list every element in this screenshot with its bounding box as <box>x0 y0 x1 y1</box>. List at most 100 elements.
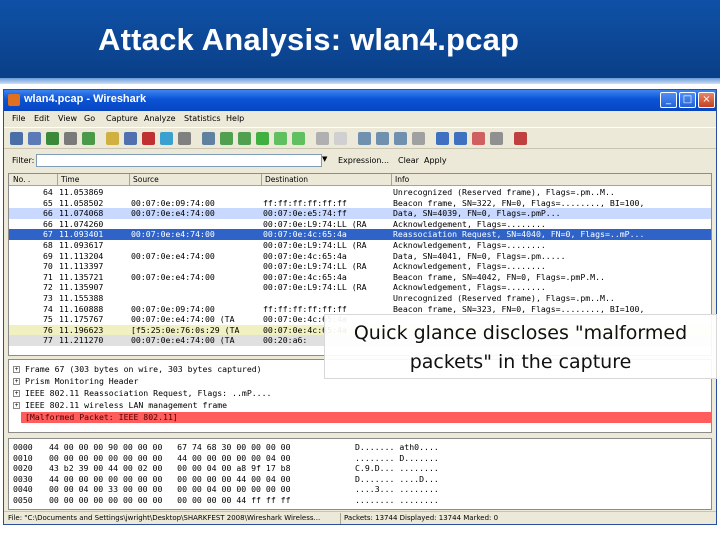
table-row[interactable]: 69 11.113204 00:07:0e:e4:74:00 00:07:0e:4c:… <box>9 250 711 262</box>
display-filters-icon[interactable] <box>454 132 467 145</box>
menu-help[interactable]: Help <box>226 114 244 123</box>
cell-src: [f5:25:0e:76:0s:29 (TA <box>131 324 240 335</box>
bytes-row: 0010 00 00 00 00 00 00 00 00 44 00 00 00 … <box>9 452 711 463</box>
expand-icon[interactable]: + <box>13 378 20 385</box>
menu-statistics[interactable]: Statistics <box>184 114 221 123</box>
cell-time: 11.074260 <box>59 218 104 229</box>
table-row[interactable]: 72 11.135907 00:07:0e:L9:74:LL (RA Acknowle… <box>9 282 711 293</box>
cell-info: Acknowledgement, Flags=........ <box>393 261 546 272</box>
auto-scroll-icon[interactable] <box>334 132 347 145</box>
table-row[interactable]: 68 11.093617 00:07:0e:L9:74:LL (RA Acknowle… <box>9 240 711 251</box>
column-time[interactable]: Time <box>61 175 79 184</box>
column-info[interactable]: Info <box>395 175 409 184</box>
table-row[interactable]: 66 11.074260 00:07:0e:L9:74:LL (RA Acknowle… <box>9 218 711 230</box>
minimize-button[interactable]: _ <box>660 92 677 108</box>
table-row[interactable]: 71 11.135721 00:07:0e:e4:74:00 00:07:0e:4c:… <box>9 271 711 283</box>
maximize-button[interactable]: □ <box>679 92 696 108</box>
cell-info: Data, SN=4039, FN=0, Flags=.pmP... <box>393 208 561 219</box>
detail-text: Prism Monitoring Header <box>25 376 139 386</box>
go-last-icon[interactable] <box>292 132 305 145</box>
apply-button[interactable]: Apply <box>424 156 447 165</box>
status-bar: File: "C:\Documents and Settings\jwright… <box>4 511 716 524</box>
filter-input[interactable] <box>36 154 322 167</box>
cell-info: Acknowledgement, Flags=........ <box>393 218 546 229</box>
bytes-row: 0000 44 00 00 00 90 00 00 00 67 74 68 30 … <box>9 442 711 452</box>
bytes-off: 0010 <box>13 452 33 463</box>
table-row[interactable]: 74 11.160888 00:07:0e:09:74:00 ff:ff:ff:ff:… <box>9 303 711 315</box>
options-icon[interactable] <box>28 132 41 145</box>
column-source[interactable]: Source <box>133 175 159 184</box>
cell-time: 11.211270 <box>59 335 104 346</box>
menu-edit[interactable]: Edit <box>34 114 50 123</box>
menu-go[interactable]: Go <box>84 114 95 123</box>
zoom-in-icon[interactable] <box>358 132 371 145</box>
bytes-off: 0030 <box>13 473 33 484</box>
table-row[interactable]: 65 11.058502 00:07:0e:09:74:00 ff:ff:ff:ff:… <box>9 197 711 209</box>
cell-dst: 00:07:0e:L9:74:LL (RA <box>263 282 367 293</box>
cell-dst: 00:07:0e:L9:74:LL (RA <box>263 261 367 272</box>
close-button[interactable]: × <box>698 92 715 108</box>
preferences-icon[interactable] <box>490 132 503 145</box>
filter-label: Filter: <box>12 156 35 165</box>
zoom-normal-icon[interactable] <box>394 132 407 145</box>
clear-button[interactable]: Clear <box>398 156 419 165</box>
bytes-hex: 00 00 00 00 00 00 00 00 44 00 00 00 00 0… <box>49 452 291 463</box>
menu-view[interactable]: View <box>58 114 77 123</box>
start-capture-icon[interactable] <box>46 132 59 145</box>
zoom-out-icon[interactable] <box>376 132 389 145</box>
open-file-icon[interactable] <box>106 132 119 145</box>
coloring-rules-icon[interactable] <box>472 132 485 145</box>
bytes-ascii: C.9.D... ........ <box>355 463 439 473</box>
detail-text: [Malformed Packet: IEEE 802.11] <box>25 412 178 422</box>
help-icon[interactable] <box>514 132 527 145</box>
cell-time: 11.093617 <box>59 240 104 250</box>
cell-time: 11.074068 <box>59 208 104 219</box>
expand-icon[interactable]: + <box>13 402 20 409</box>
stop-capture-icon[interactable] <box>64 132 77 145</box>
cell-src: 00:07:0e:e4:74:00 (TA <box>131 335 235 346</box>
detail-row[interactable]: + IEEE 802.11 wireless LAN management fra… <box>9 400 711 411</box>
detail-text: Frame 67 (303 bytes on wire, 303 bytes c… <box>25 364 262 374</box>
go-first-icon[interactable] <box>274 132 287 145</box>
column-no[interactable]: No. . <box>13 175 30 184</box>
table-row[interactable]: 73 11.155388 Unrecognized (Reserved frame)… <box>9 293 711 304</box>
expand-icon[interactable]: + <box>13 366 20 373</box>
bytes-hex: 00 00 00 00 00 00 00 00 00 00 00 00 44 f… <box>49 494 291 505</box>
cell-time: 11.155388 <box>59 293 104 303</box>
table-row[interactable]: 67 11.093401 00:07:0e:e4:74:00 00:07:0e:4c:… <box>9 229 711 240</box>
bytes-hex: 00 00 04 00 33 00 00 00 00 00 04 00 00 0… <box>49 484 291 494</box>
column-destination[interactable]: Destination <box>265 175 308 184</box>
restart-capture-icon[interactable] <box>82 132 95 145</box>
go-forward-icon[interactable] <box>238 132 251 145</box>
go-back-icon[interactable] <box>220 132 233 145</box>
menu-capture[interactable]: Capture <box>106 114 138 123</box>
table-row[interactable]: 66 11.074068 00:07:0e:e4:74:00 00:07:0e:e5:… <box>9 208 711 219</box>
window-titlebar[interactable]: wlan4.pcap - Wireshark _ □ × <box>4 90 716 111</box>
bytes-ascii: ........ D....... <box>355 452 439 463</box>
table-row[interactable]: 64 11.053869 Unrecognized (Reserved frame)… <box>9 187 711 198</box>
packet-bytes: 0000 44 00 00 00 90 00 00 00 67 74 68 30 … <box>8 438 712 510</box>
go-to-packet-icon[interactable] <box>256 132 269 145</box>
find-packet-icon[interactable] <box>202 132 215 145</box>
reload-icon[interactable] <box>160 132 173 145</box>
table-row[interactable]: 70 11.113397 00:07:0e:L9:74:LL (RA Acknowle… <box>9 261 711 272</box>
bytes-ascii: ....3... ........ <box>355 484 439 494</box>
chevron-down-icon[interactable]: ▼ <box>322 155 327 163</box>
cell-dst: 00:07:0e:L9:74:LL (RA <box>263 240 367 250</box>
colorize-icon[interactable] <box>316 132 329 145</box>
cell-time: 11.058502 <box>59 197 104 208</box>
cell-info: Reassociation Request, SN=4040, FN=0, Fl… <box>393 229 645 240</box>
malformed-packet-row[interactable]: [Malformed Packet: IEEE 802.11] <box>21 412 711 423</box>
menu-file[interactable]: File <box>12 114 25 123</box>
interfaces-icon[interactable] <box>10 132 23 145</box>
capture-filters-icon[interactable] <box>436 132 449 145</box>
print-icon[interactable] <box>178 132 191 145</box>
expression-button[interactable]: Expression... <box>338 156 389 165</box>
detail-row[interactable]: + IEEE 802.11 Reassociation Request, Flag… <box>9 388 711 399</box>
save-file-icon[interactable] <box>124 132 137 145</box>
menu-analyze[interactable]: Analyze <box>144 114 176 123</box>
close-file-icon[interactable] <box>142 132 155 145</box>
wireshark-app-icon <box>8 94 20 106</box>
resize-columns-icon[interactable] <box>412 132 425 145</box>
expand-icon[interactable]: + <box>13 390 20 397</box>
